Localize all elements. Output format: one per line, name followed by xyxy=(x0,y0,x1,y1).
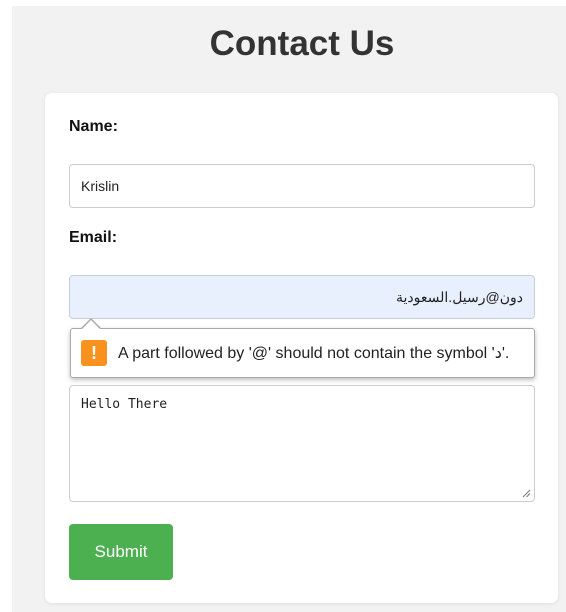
page-title: Contact Us xyxy=(209,24,395,63)
message-textarea[interactable]: Hello There xyxy=(69,385,535,502)
validation-tooltip: ! A part followed by '@' should not cont… xyxy=(70,328,535,378)
warning-icon: ! xyxy=(81,340,107,366)
email-label: Email: xyxy=(69,229,118,246)
name-label: Name: xyxy=(69,118,118,135)
resize-grip-icon[interactable] xyxy=(521,488,531,498)
submit-button[interactable]: Submit xyxy=(69,524,173,580)
email-input[interactable] xyxy=(69,275,535,319)
tooltip-arrow-fill xyxy=(81,320,101,330)
name-input[interactable] xyxy=(69,164,535,208)
validation-message: A part followed by '@' should not contai… xyxy=(118,345,510,362)
